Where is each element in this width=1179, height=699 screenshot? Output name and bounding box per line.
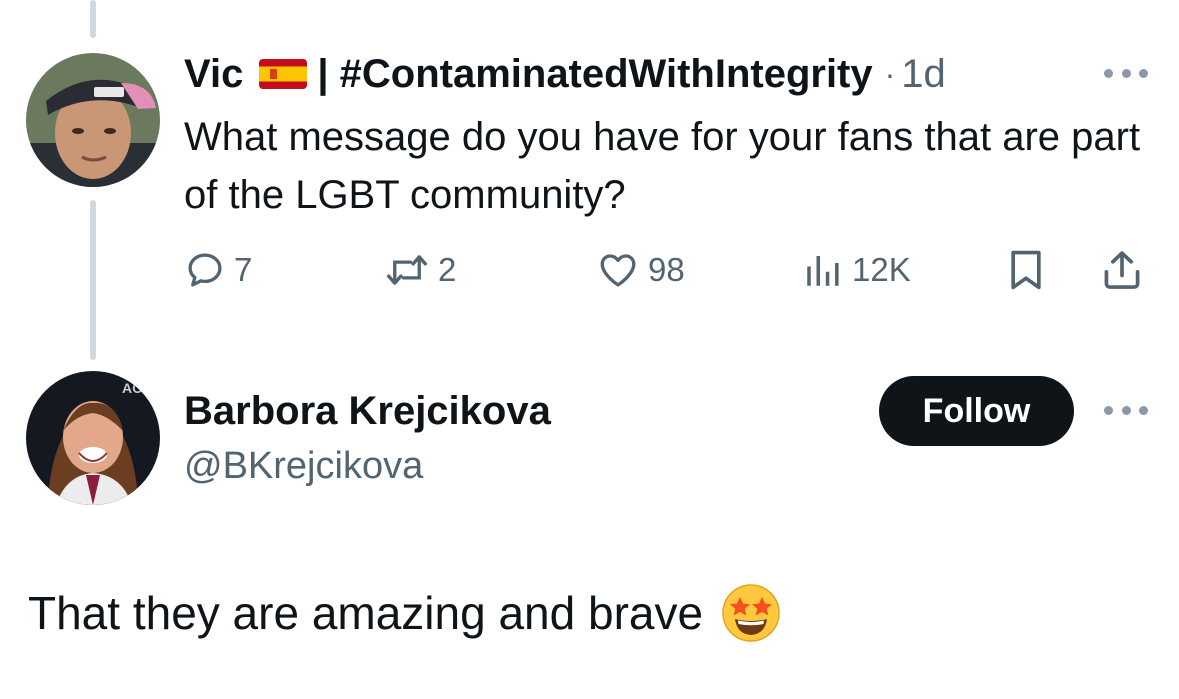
author-handle[interactable]: @BKrejcikova <box>184 440 423 492</box>
author-display-name[interactable]: Barbora Krejcikova <box>184 385 551 437</box>
bookmark-icon <box>1011 250 1041 290</box>
reply-count: 7 <box>234 251 253 288</box>
tweet-text: That they are amazing and brave <box>28 580 781 646</box>
heart-icon <box>600 254 636 287</box>
retweet-count: 2 <box>438 251 457 288</box>
tweet-text-content: That they are amazing and brave <box>28 587 704 639</box>
view-count: 12K <box>852 251 911 288</box>
reply-icon <box>188 253 222 287</box>
retweet-button[interactable]: 2 <box>384 244 456 296</box>
thread-line-connector <box>90 200 96 360</box>
more-options-icon[interactable] <box>1104 404 1148 416</box>
like-button[interactable]: 98 <box>596 244 685 296</box>
separator-dot: · <box>884 56 896 92</box>
avatar-image: AO <box>26 371 160 505</box>
avatar-image <box>26 53 160 187</box>
more-options-icon[interactable] <box>1104 67 1148 79</box>
reply-text: What message do you have for your fans t… <box>184 115 1141 217</box>
follow-button[interactable]: Follow <box>879 376 1074 446</box>
share-button[interactable] <box>1100 244 1144 296</box>
reply-display-name-suffix[interactable]: | #ContaminatedWithIntegrity <box>317 48 872 100</box>
views-button[interactable]: 12K <box>802 244 911 296</box>
bookmark-button[interactable] <box>1006 244 1046 296</box>
share-icon <box>1104 251 1140 289</box>
reply-display-name[interactable]: Vic <box>184 48 243 100</box>
svg-text:AO: AO <box>122 380 143 396</box>
like-count: 98 <box>648 251 685 288</box>
star-struck-emoji-icon <box>721 583 781 643</box>
reply-timestamp[interactable]: 1d <box>901 48 946 100</box>
spain-flag-icon <box>259 59 308 89</box>
author-avatar[interactable]: AO <box>26 371 160 505</box>
reply-author-avatar[interactable] <box>26 53 160 187</box>
reply-header: Vic | #ContaminatedWithIntegrity · 1d <box>184 48 946 100</box>
reply-button[interactable]: 7 <box>184 244 252 296</box>
retweet-icon <box>386 255 428 285</box>
thread-line-top <box>90 0 96 38</box>
analytics-icon <box>807 256 839 286</box>
